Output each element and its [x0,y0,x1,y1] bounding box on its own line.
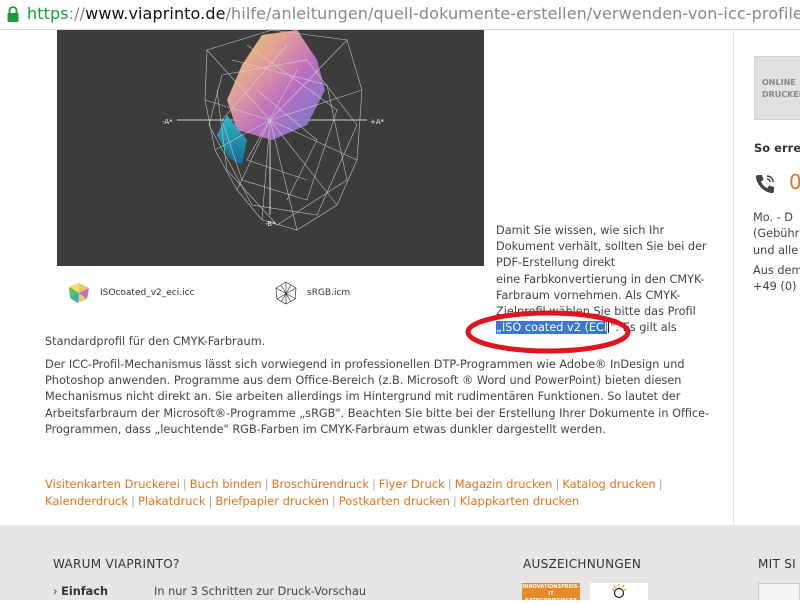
axis-label-plus-a: +A* [370,118,385,126]
chevron-right-icon: › [53,585,58,598]
footer-item-einfach[interactable]: › Einfach [53,585,108,598]
link-plakatdruck[interactable]: Plakatdruck [138,494,206,508]
sidebar-divider [733,30,734,525]
link-separator: | [331,493,336,508]
opening-hours: Mo. - D (Gebühr und alle [753,210,799,259]
url-separator: :// [68,4,86,23]
link-separator: | [372,477,376,491]
product-links: Visitenkarten Druckerei | Buch binden | Bros… [45,476,685,509]
url-text[interactable]: https://www.viaprinto.de/hilfe/anleitung… [27,4,800,23]
intro-line-2: Dokument verhält, sollten Sie bei der [496,240,707,254]
file-icm[interactable]: sRGB.icm [273,278,350,308]
abroad-line-1: Aus dem [753,264,800,277]
link-separator: | [182,477,187,491]
link-separator: | [208,493,213,508]
paragraph-icc-mechanism: Der ICC-Profil-Mechanismus lässt sich vo… [45,358,710,436]
footer-third-box[interactable] [758,583,800,600]
banner-line-2: DRUCKER [762,90,800,99]
link-visitenkarten[interactable]: Visitenkarten Druckerei [45,477,180,491]
footer-third-title: MIT SI [758,557,796,571]
icm-profile-icon [275,281,297,305]
link-broschuerendruck[interactable]: Broschürendruck [272,477,369,491]
hours-line-2: (Gebühr [753,227,800,241]
gamut-graphic: -A* +A* -B* [162,30,385,231]
intro-line-1: Damit Sie wissen, wie sich Ihr [496,224,665,237]
axis-label-minus-a: -A* [162,118,173,126]
intro-line-3: PDF-Erstellung direkt [496,256,616,270]
footer: WARUM VIAPRINTO? AUSZEICHNUNGEN MIT SI ›… [0,525,800,604]
page-content: -A* +A* -B* ISOcoated_v2_eci.icc sRGB.ic… [0,30,800,525]
phone-icon [755,175,774,194]
hours-line-3: und alle [753,243,799,257]
link-kalenderdruck[interactable]: Kalenderdruck [45,494,128,508]
footer-item-label: Einfach [61,585,109,598]
axis-label-minus-b: -B* [265,220,276,228]
footer-why-title: WARUM VIAPRINTO? [53,557,180,571]
link-separator: | [658,477,663,491]
award-innovationspreis[interactable]: INNOVATIONSPREIS-IT KATEGORIESIEGER [522,583,580,604]
lightbulb-icon [611,584,627,599]
intro-line-5: Farbraum vornehmen. Als CMYK- [496,288,681,302]
lock-icon [7,6,19,22]
url-domain: www.viaprinto.de [85,4,226,23]
icc-profile-icon [69,283,89,303]
abroad-line-2: +49 (0) [753,280,797,294]
abroad-contact: Aus dem +49 (0) [753,263,800,296]
link-separator: | [555,477,560,491]
address-bar[interactable]: https://www.viaprinto.de/hilfe/anleitung… [0,0,800,30]
link-separator: | [447,477,452,491]
footer-awards-title: AUSZEICHNUNGEN [523,557,642,571]
url-scheme: https [27,4,69,23]
link-separator: | [131,493,136,508]
award-lightbulb[interactable] [590,583,648,600]
intro-line-4: eine Farbkonvertierung in den CMYK- [496,272,705,286]
link-magazin-drucken[interactable]: Magazin drucken [455,477,553,491]
file-name-icc: ISOcoated_v2_eci.icc [100,288,195,298]
hours-line-1: Mo. - D [753,211,794,224]
link-buch-binden[interactable]: Buch binden [190,477,262,491]
red-circle-annotation [465,310,631,354]
contact-heading: So erre [754,141,800,155]
link-klappkarten[interactable]: Klappkarten drucken [460,494,579,508]
link-briefpapier[interactable]: Briefpapier drucken [215,494,329,508]
footer-item-desc: In nur 3 Schritten zur Druck-Vorschau [154,585,367,598]
phone-number[interactable]: 0 [789,170,800,194]
file-icc[interactable]: ISOcoated_v2_eci.icc [66,278,195,308]
banner-line-1: ONLINE [762,78,796,87]
award-line-2: KATEGORIESIEGER [525,598,577,604]
link-separator: | [264,477,269,491]
link-separator: | [452,493,457,508]
paragraph-standard-profile: Standardprofil für den CMYK-Farbraum. [45,335,266,348]
link-postkarten[interactable]: Postkarten drucken [339,494,450,508]
link-flyer-druck[interactable]: Flyer Druck [379,477,445,491]
url-path: /hilfe/anleitungen/quell-dokumente-erste… [225,4,800,23]
link-katalog-drucken[interactable]: Katalog drucken [562,477,655,491]
online-printer-banner[interactable]: ONLINE DRUCKER [754,56,800,120]
color-gamut-image: -A* +A* -B* [57,30,484,266]
file-name-icm: sRGB.icm [307,288,351,298]
award-line-1: INNOVATIONSPREIS-IT [522,584,580,597]
